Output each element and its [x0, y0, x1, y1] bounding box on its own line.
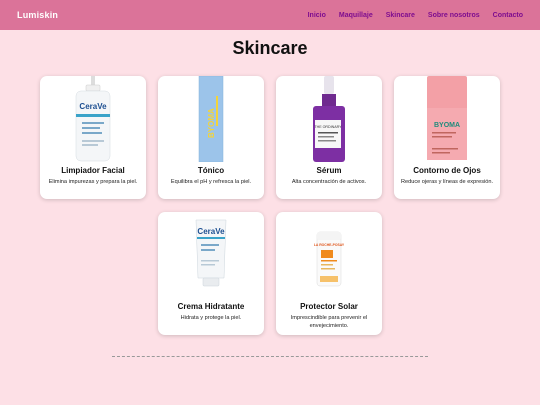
product-description: Equilibra el pH y refresca la piel. — [170, 179, 252, 185]
product-name: Limpiador Facial — [61, 166, 125, 175]
product-image: LA ROCHE-POSAY — [276, 212, 382, 298]
navbar: Lumiskin Inicio Maquillaje Skincare Sobr… — [0, 0, 540, 30]
product-description: Hidrata y protege la piel. — [180, 315, 242, 321]
product-brand: THE ORDINARY — [314, 125, 342, 129]
nav-link-inicio[interactable]: Inicio — [308, 12, 326, 19]
product-name: Sérum — [316, 166, 342, 175]
product-card[interactable]: CeraVe Limpiador Facial Elimina impureza… — [40, 76, 146, 199]
product-name: Crema Hidratante — [177, 302, 245, 311]
product-brand: BYOMA — [434, 122, 460, 129]
product-description: Reduce ojeras y líneas de expresión. — [400, 179, 494, 185]
product-image: CeraVe — [40, 76, 146, 162]
product-brand: BYOMA — [207, 108, 216, 138]
nav-link-maquillaje[interactable]: Maquillaje — [339, 12, 373, 19]
product-brand: LA ROCHE-POSAY — [314, 243, 345, 247]
product-name: Contorno de Ojos — [413, 166, 481, 175]
product-image: THE ORDINARY — [276, 76, 382, 162]
product-description: Elimina impurezas y prepara la piel. — [48, 179, 138, 185]
nav-link-contacto[interactable]: Contacto — [493, 12, 523, 19]
product-name: Tónico — [197, 166, 225, 175]
product-brand: CeraVe — [79, 102, 107, 111]
product-image: CeraVe — [158, 212, 264, 298]
product-card[interactable]: BYOMA Tónico Equilibra el pH y refresca … — [158, 76, 264, 199]
product-description: Imprescindible para prevenir el envejeci… — [290, 315, 368, 329]
product-name: Protector Solar — [300, 302, 358, 311]
product-card[interactable]: THE ORDINARY Sérum Alta concentración de… — [276, 76, 382, 199]
product-card[interactable]: CeraVe Crema Hidratante Hidrata y proteg… — [158, 212, 264, 335]
nav-link-skincare[interactable]: Skincare — [386, 12, 415, 19]
product-card[interactable]: LA ROCHE-POSAY Protector Solar Imprescin… — [276, 212, 382, 335]
page-title: Skincare — [232, 38, 308, 58]
brand-logo[interactable]: Lumiskin — [17, 10, 58, 20]
product-brand: CeraVe — [197, 227, 225, 236]
nav-links: Inicio Maquillaje Skincare Sobre nosotro… — [295, 12, 523, 19]
nav-link-sobre-nosotros[interactable]: Sobre nosotros — [428, 12, 480, 19]
product-image: BYOMA — [394, 76, 500, 162]
footer-divider — [112, 356, 428, 357]
product-image: BYOMA — [158, 76, 264, 163]
product-card[interactable]: BYOMA Contorno de Ojos Reduce ojeras y l… — [394, 76, 500, 199]
product-description: Alta concentración de activos. — [291, 179, 367, 185]
